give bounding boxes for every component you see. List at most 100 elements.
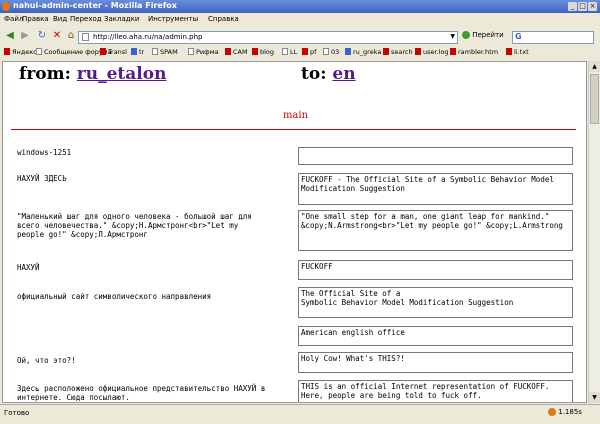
home-icon[interactable]: ⌂ xyxy=(64,29,78,43)
chevron-down-icon[interactable]: ▼ xyxy=(450,33,455,40)
firebug-icon[interactable] xyxy=(548,408,556,416)
menu-file[interactable]: Файл xyxy=(4,15,23,23)
bookmark-item[interactable]: blog xyxy=(252,48,274,56)
page-content: from: ru_etalon to: en main windows-1251… xyxy=(2,61,587,403)
bookmark-item[interactable]: CAM xyxy=(225,48,248,56)
bookmark-label: tr xyxy=(139,48,145,56)
url-bar[interactable]: http://lleo.aha.ru/na/admin.php ▼ xyxy=(78,31,458,44)
section-title: main xyxy=(282,110,309,121)
bookmarks-toolbar: Яндекс Сообщение форума Transl tr SPAM Р… xyxy=(0,47,600,59)
bookmark-label: 03 xyxy=(331,48,340,56)
vertical-scrollbar[interactable]: ▲ ▼ xyxy=(588,61,600,403)
bookmark-label: CAM xyxy=(233,48,248,56)
menu-bookmarks[interactable]: Закладки xyxy=(104,15,139,23)
scroll-thumb[interactable] xyxy=(590,74,599,124)
bookmark-icon xyxy=(131,48,137,55)
forward-icon[interactable]: ▶ xyxy=(18,29,32,43)
bookmark-item[interactable]: ru_greka xyxy=(345,48,381,56)
bookmark-icon xyxy=(345,48,351,55)
to-label: to: xyxy=(301,64,327,84)
bookmark-item[interactable]: rambler.htm xyxy=(450,48,498,56)
search-input[interactable]: G xyxy=(512,31,594,44)
bookmark-item[interactable]: LL xyxy=(282,48,297,56)
source-text: НАХУЙ xyxy=(17,263,40,272)
reload-icon[interactable]: ↻ xyxy=(35,29,49,43)
navigation-toolbar: ◀ ▶ ↻ ✕ ⌂ http://lleo.aha.ru/na/admin.ph… xyxy=(0,27,600,45)
section-divider xyxy=(11,129,576,130)
menu-tools[interactable]: Инструменты xyxy=(148,15,198,23)
bookmark-label: blog xyxy=(260,48,275,56)
minimize-button[interactable]: _ xyxy=(568,2,577,11)
page-icon xyxy=(282,48,288,55)
target-field[interactable]: FUCKOFF - The Official Site of a Symboli… xyxy=(298,173,573,205)
window-titlebar[interactable]: nahui-admin-center - Mozilla Firefox _ □… xyxy=(0,0,600,13)
bookmark-icon xyxy=(4,48,10,55)
bookmark-item[interactable]: li.txt xyxy=(506,48,529,56)
bookmark-icon xyxy=(450,48,456,55)
bookmark-item[interactable]: search xyxy=(383,48,413,56)
bookmark-item[interactable]: 03 xyxy=(323,48,339,56)
back-icon[interactable]: ◀ xyxy=(3,29,17,43)
status-bar: Готово 1.185s xyxy=(0,404,600,424)
bookmark-item[interactable]: pf xyxy=(302,48,316,56)
target-field[interactable]: Holy Cow! What's THIS?! xyxy=(298,352,573,373)
page-icon xyxy=(188,48,194,55)
menu-help[interactable]: Справка xyxy=(208,15,239,23)
bookmark-label: SPAM xyxy=(160,48,178,56)
bookmark-icon xyxy=(383,48,389,55)
to-link[interactable]: en xyxy=(332,64,355,84)
page-icon xyxy=(323,48,329,55)
bookmark-label: ru_greka xyxy=(353,48,382,56)
bookmark-icon xyxy=(252,48,258,55)
google-icon: G xyxy=(515,32,522,41)
source-text: официальный сайт символического направле… xyxy=(17,292,212,301)
bookmark-label: pf xyxy=(310,48,317,56)
scroll-down-icon[interactable]: ▼ xyxy=(589,392,600,403)
bookmark-item[interactable]: tr xyxy=(131,48,144,56)
source-text: Здесь расположено официальное представит… xyxy=(17,384,270,402)
maximize-button[interactable]: □ xyxy=(578,2,587,11)
bookmark-item[interactable]: Transl xyxy=(100,48,127,56)
bookmark-label: user.log xyxy=(423,48,449,56)
page-icon xyxy=(152,48,158,55)
bookmark-label: LL xyxy=(290,48,298,56)
go-button[interactable]: Перейти xyxy=(462,31,504,43)
bookmark-icon xyxy=(225,48,231,55)
from-label: from: xyxy=(19,64,71,84)
close-button[interactable]: × xyxy=(588,2,597,11)
page-icon xyxy=(82,33,89,41)
bookmark-item[interactable]: user.log xyxy=(415,48,449,56)
target-field[interactable]: "One small step for a man, one giant lea… xyxy=(298,210,573,251)
source-text: windows-1251 xyxy=(17,148,72,157)
go-icon xyxy=(462,31,470,39)
menu-edit[interactable]: Правка xyxy=(22,15,49,23)
bookmark-label: li.txt xyxy=(514,48,529,56)
menu-go[interactable]: Переход xyxy=(70,15,102,23)
bookmark-item[interactable]: Рифма xyxy=(188,48,219,56)
bookmark-item[interactable]: SPAM xyxy=(152,48,178,56)
url-text: http://lleo.aha.ru/na/admin.php xyxy=(93,33,203,41)
target-field[interactable]: FUCKOFF xyxy=(298,260,573,280)
source-text: НАХУЙ ЗДЕСЬ xyxy=(17,174,67,183)
bookmark-icon xyxy=(506,48,512,55)
target-field[interactable]: The Official Site of a Symbolic Behavior… xyxy=(298,287,573,318)
firefox-icon xyxy=(2,2,10,11)
page-icon xyxy=(36,48,42,55)
bookmark-label: Transl xyxy=(108,48,127,56)
target-field[interactable]: THIS is an official Internet representat… xyxy=(298,380,573,402)
bookmark-item[interactable]: Яндекс xyxy=(4,48,37,56)
window-title: nahui-admin-center - Mozilla Firefox xyxy=(13,1,177,10)
status-size-label: 1.185s xyxy=(558,408,582,416)
target-field[interactable]: American english office xyxy=(298,326,573,346)
target-field[interactable] xyxy=(298,147,573,165)
bookmark-label: Яндекс xyxy=(12,48,37,56)
scroll-up-icon[interactable]: ▲ xyxy=(589,61,600,72)
go-label: Перейти xyxy=(472,31,504,39)
bookmark-icon xyxy=(100,48,106,55)
menu-view[interactable]: Вид xyxy=(53,15,67,23)
bookmark-icon xyxy=(415,48,421,55)
stop-icon[interactable]: ✕ xyxy=(50,29,64,43)
from-link[interactable]: ru_etalon xyxy=(77,64,167,84)
status-size: 1.185s xyxy=(548,408,582,416)
source-text: "Маленький шаг для одного человека - бол… xyxy=(17,212,257,239)
